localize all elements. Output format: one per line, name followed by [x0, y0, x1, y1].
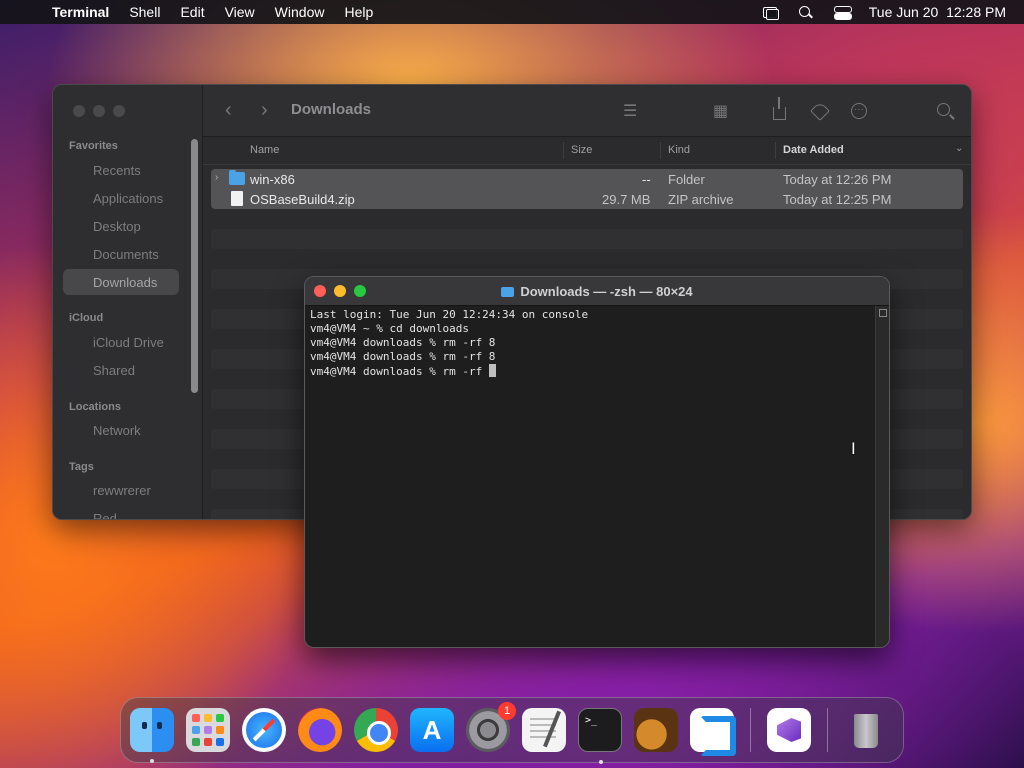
file-name: win-x86 — [250, 172, 295, 187]
dock-garageband-icon[interactable] — [634, 708, 678, 752]
finder-window-controls — [73, 105, 125, 117]
finder-sidebar: Favorites Recents Applications Desktop D… — [53, 85, 203, 519]
sidebar-item-desktop[interactable]: Desktop — [63, 213, 179, 239]
menu-edit[interactable]: Edit — [180, 4, 204, 20]
column-header-kind[interactable]: Kind — [668, 144, 690, 156]
file-kind: Folder — [668, 172, 705, 187]
finder-zoom-button[interactable] — [113, 105, 125, 117]
dock: A 1 >_ — [120, 697, 904, 764]
column-header-size[interactable]: Size — [571, 144, 592, 156]
file-date: Today at 12:25 PM — [783, 192, 892, 207]
terminal-scroll-marker-icon[interactable] — [879, 309, 887, 317]
menu-view[interactable]: View — [225, 4, 255, 20]
file-kind: ZIP archive — [668, 192, 734, 207]
finder-close-button[interactable] — [73, 105, 85, 117]
terminal-scrollbar[interactable] — [875, 306, 889, 647]
list-view-icon[interactable]: ☰ — [623, 101, 637, 121]
disclosure-chevron-icon[interactable]: › — [215, 172, 218, 183]
dock-separator — [750, 708, 751, 752]
sort-chevron-icon[interactable]: ⌄ — [955, 143, 963, 154]
terminal-titlebar[interactable]: Downloads — -zsh — 80×24 — [305, 277, 889, 306]
terminal-title: Downloads — -zsh — 80×24 — [305, 284, 889, 299]
menu-help[interactable]: Help — [344, 4, 373, 20]
share-icon[interactable] — [773, 97, 786, 120]
finder-minimize-button[interactable] — [93, 105, 105, 117]
sidebar-item-tag-red[interactable]: Red — [63, 505, 179, 520]
dock-chrome-icon[interactable] — [354, 708, 398, 752]
column-headers: Name Size Kind Date Added ⌄ — [203, 137, 971, 165]
group-by-icon[interactable]: ▦ — [713, 101, 728, 121]
file-row-win-x86[interactable]: › win-x86 -- Folder Today at 12:26 PM — [211, 169, 963, 189]
finder-search-icon[interactable] — [937, 103, 950, 116]
terminal-line: vm4@VM4 downloads % rm -rf 8 — [310, 350, 496, 363]
terminal-output[interactable]: Last login: Tue Jun 20 12:24:34 on conso… — [310, 308, 873, 647]
dock-trash-icon[interactable] — [844, 708, 888, 752]
menu-window[interactable]: Window — [275, 4, 325, 20]
sidebar-item-applications[interactable]: Applications — [63, 185, 179, 211]
tag-icon[interactable] — [810, 101, 830, 121]
folder-icon — [229, 170, 245, 185]
dock-separator — [827, 708, 828, 752]
dock-visual-studio-icon[interactable] — [767, 708, 811, 752]
sidebar-scrollbar[interactable] — [191, 139, 198, 393]
terminal-line: Last login: Tue Jun 20 12:24:34 on conso… — [310, 308, 589, 321]
more-actions-icon[interactable]: ··· — [851, 103, 867, 119]
dock-terminal-icon[interactable]: >_ — [578, 708, 622, 764]
sidebar-item-shared[interactable]: Shared — [63, 357, 179, 383]
dock-safari-icon[interactable] — [242, 708, 286, 752]
dock-vscode-icon[interactable] — [690, 708, 736, 756]
forward-chevron-icon[interactable]: › — [261, 99, 268, 122]
menu-app-name[interactable]: Terminal — [52, 4, 109, 20]
sidebar-section-locations: Locations — [69, 401, 121, 413]
folder-icon — [501, 287, 515, 297]
sidebar-item-recents[interactable]: Recents — [63, 157, 179, 183]
sidebar-item-downloads[interactable]: Downloads — [63, 269, 179, 295]
file-size: -- — [642, 172, 651, 187]
back-chevron-icon[interactable]: ‹ — [225, 99, 232, 122]
terminal-line: vm4@VM4 ~ % cd downloads — [310, 322, 469, 335]
dock-system-settings-icon[interactable]: 1 — [466, 702, 516, 752]
file-size: 29.7 MB — [602, 192, 651, 207]
sidebar-section-icloud: iCloud — [69, 312, 104, 324]
sidebar-item-documents[interactable]: Documents — [63, 241, 179, 267]
terminal-window: Downloads — -zsh — 80×24 Last login: Tue… — [304, 276, 890, 648]
sidebar-section-tags: Tags — [69, 461, 94, 473]
menu-clock[interactable]: Tue Jun 20 12:28 PM — [869, 4, 1006, 20]
column-header-date-added[interactable]: Date Added — [783, 144, 844, 156]
terminal-prompt-line: vm4@VM4 downloads % rm -rf — [310, 364, 873, 378]
terminal-line: vm4@VM4 downloads % rm -rf 8 — [310, 336, 496, 349]
spotlight-search-icon[interactable] — [797, 5, 815, 19]
menu-shell[interactable]: Shell — [129, 4, 160, 20]
dock-app-store-icon[interactable]: A — [410, 708, 454, 752]
column-header-name[interactable]: Name — [250, 144, 279, 156]
file-date: Today at 12:26 PM — [783, 172, 892, 187]
finder-window-title: Downloads — [291, 101, 372, 118]
ibeam-cursor-icon: I — [851, 439, 856, 458]
sidebar-item-network[interactable]: Network — [63, 417, 179, 443]
sidebar-item-tag-rewwrerer[interactable]: rewwrerer — [63, 477, 179, 503]
file-row-osbasebuild4-zip[interactable]: OSBaseBuild4.zip 29.7 MB ZIP archive Tod… — [211, 189, 963, 209]
sidebar-item-icloud-drive[interactable]: iCloud Drive — [63, 329, 179, 355]
stage-manager-icon[interactable] — [761, 5, 779, 20]
control-center-icon[interactable] — [833, 5, 852, 20]
dock-finder-icon[interactable] — [130, 708, 174, 763]
sidebar-section-favorites: Favorites — [69, 140, 118, 152]
terminal-cursor — [488, 364, 496, 377]
file-name: OSBaseBuild4.zip — [250, 192, 355, 207]
finder-toolbar: ‹ › Downloads ☰ ▦ ··· — [203, 85, 971, 137]
dock-launchpad-icon[interactable] — [186, 708, 230, 752]
dock-firefox-icon[interactable] — [298, 708, 342, 752]
zip-file-icon — [231, 191, 243, 206]
notification-badge: 1 — [498, 702, 516, 720]
menu-bar: Terminal Shell Edit View Window Help Tue… — [0, 0, 1024, 24]
dock-textedit-icon[interactable] — [522, 708, 566, 752]
